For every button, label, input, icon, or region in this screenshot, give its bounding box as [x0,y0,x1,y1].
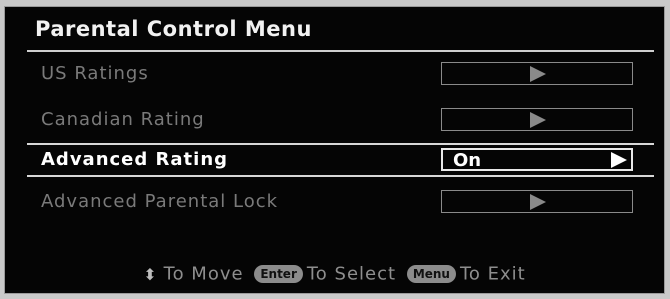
menu-item-value: On [453,150,482,171]
menu-item-advanced-rating[interactable]: Advanced Rating On [27,143,654,177]
menu-title: Parental Control Menu [35,17,312,41]
menu-item-label: Advanced Rating [41,149,229,170]
up-down-arrows-icon: ⬍ [143,264,158,284]
parental-control-menu: Parental Control Menu US Ratings Canadia… [4,6,665,294]
select-hint-text: To Select [306,263,397,285]
play-arrow-icon [530,66,546,82]
menu-item-value-box[interactable]: On [441,148,633,171]
menu-item-label: US Ratings [41,63,149,84]
enter-key-badge: Enter [254,265,303,283]
menu-item-canadian-rating[interactable]: Canadian Rating [27,103,654,137]
move-hint-text: To Move [163,263,244,285]
exit-hint-text: To Exit [459,263,526,285]
title-divider [27,50,654,52]
menu-item-value-box[interactable] [441,108,633,131]
play-arrow-icon [530,194,546,210]
play-arrow-icon [530,112,546,128]
play-arrow-icon [611,152,627,168]
menu-item-label: Advanced Parental Lock [41,191,279,212]
menu-item-advanced-parental-lock[interactable]: Advanced Parental Lock [27,185,654,219]
menu-key-badge: Menu [406,265,456,283]
menu-item-value-box[interactable] [441,62,633,85]
menu-item-value-box[interactable] [441,190,633,213]
menu-item-label: Canadian Rating [41,109,205,130]
menu-item-us-ratings[interactable]: US Ratings [27,57,654,91]
navigation-hint: ⬍ To Move Enter To Select Menu To Exit [5,263,664,285]
